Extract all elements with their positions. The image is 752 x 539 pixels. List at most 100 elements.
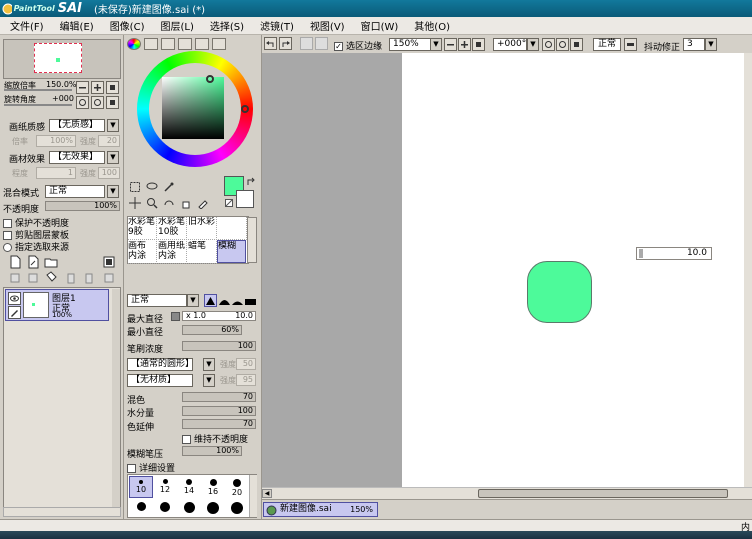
water-slider[interactable]: 100 <box>182 406 256 416</box>
brush-blur[interactable]: 模糊 <box>217 240 246 263</box>
canvas-horizontal-scrollbar[interactable]: ◀ <box>262 487 752 499</box>
invert-selection-button[interactable] <box>315 37 328 50</box>
blur-pressure-slider[interactable]: 100% <box>182 446 242 456</box>
magic-wand-icon[interactable] <box>163 181 175 193</box>
saturation-value-box[interactable] <box>162 75 224 139</box>
hsv-slider-tab-icon[interactable] <box>161 38 175 50</box>
selection-edge-option[interactable]: 选区边缘 <box>334 39 382 52</box>
size-lock-icon[interactable] <box>171 312 180 321</box>
layer-list-scrollbar[interactable] <box>112 289 120 513</box>
canvas-rotate-select[interactable]: +000° <box>493 38 527 51</box>
floating-size-field[interactable]: 10.0 <box>636 247 712 260</box>
canvas-rotate-dropdown-icon[interactable]: ▼ <box>527 38 539 51</box>
rect-select-icon[interactable] <box>129 181 141 193</box>
canvas-zoom-out-button[interactable] <box>444 38 457 51</box>
selection-source-radio[interactable] <box>3 243 12 252</box>
clip-group-checkbox[interactable] <box>3 231 12 240</box>
brush-size-preset[interactable] <box>201 499 225 521</box>
brush-tip-soft-icon[interactable] <box>231 294 244 307</box>
navigator-preview[interactable] <box>3 39 121 79</box>
transfer-down-icon[interactable] <box>8 271 22 285</box>
blend-mode-select[interactable]: 正常 <box>45 185 105 198</box>
opacity-slider[interactable]: 100% <box>45 201 120 211</box>
eyedropper-icon[interactable] <box>197 197 209 209</box>
hand-icon[interactable] <box>180 197 192 209</box>
new-folder-icon[interactable] <box>44 255 58 269</box>
scroll-left-icon[interactable]: ◀ <box>262 489 272 498</box>
canvas-rotate-left-button[interactable] <box>542 38 555 51</box>
brush-texture-dropdown-icon[interactable]: ▼ <box>203 374 215 387</box>
canvas-vertical-scrollbar[interactable] <box>744 53 752 487</box>
brush-size-preset[interactable] <box>153 499 177 521</box>
sv-cursor-icon[interactable] <box>206 75 214 83</box>
brush-size-preset[interactable]: 16 <box>201 476 225 498</box>
color-persistence-slider[interactable]: 70 <box>182 419 256 429</box>
zoom-out-button[interactable] <box>76 81 89 94</box>
canvas-hscroll-thumb[interactable] <box>478 489 728 498</box>
brush-texture-select[interactable]: 【无材质】 <box>127 374 193 387</box>
rotate-right-button[interactable] <box>91 96 104 109</box>
menu-select[interactable]: 选择(S) <box>210 18 244 33</box>
stabilizer-dropdown-icon[interactable]: ▼ <box>705 38 717 51</box>
navigator-viewport[interactable] <box>34 43 82 73</box>
stabilizer-select[interactable]: 3 <box>683 38 705 51</box>
rotate-reset-button[interactable] <box>106 96 119 109</box>
rotate-slider[interactable] <box>4 104 72 106</box>
visibility-eye-icon[interactable] <box>8 292 21 305</box>
scratchpad-tab-icon[interactable] <box>212 38 226 50</box>
keep-opacity-option[interactable]: 维持不透明度 <box>182 432 248 445</box>
brush-crayon[interactable]: 蜡笔 <box>188 241 217 264</box>
delete-layer-icon[interactable] <box>64 271 78 285</box>
canvas-rotate-reset-button[interactable] <box>570 38 583 51</box>
undo-button[interactable] <box>264 37 277 50</box>
color-mixer-tab-icon[interactable] <box>178 38 192 50</box>
new-layer-icon[interactable] <box>8 255 22 269</box>
new-linework-layer-icon[interactable] <box>26 255 40 269</box>
detail-settings-checkbox[interactable] <box>127 464 136 473</box>
document-tab[interactable]: 新建图像.sai 150% <box>263 502 378 517</box>
canvas-zoom-reset-button[interactable] <box>472 38 485 51</box>
density-slider[interactable]: 100 <box>182 341 256 351</box>
blend-slider[interactable]: 70 <box>182 392 256 402</box>
delete-all-icon[interactable] <box>82 271 96 285</box>
menu-filter[interactable]: 滤镜(T) <box>260 18 294 33</box>
swatches-tab-icon[interactable] <box>195 38 209 50</box>
menu-view[interactable]: 视图(V) <box>310 18 345 33</box>
hue-cursor-icon[interactable] <box>241 105 249 113</box>
brush-shape-dropdown-icon[interactable]: ▼ <box>203 358 215 371</box>
layer-list-hscroll[interactable] <box>3 507 121 517</box>
brush-size-preset[interactable]: 10 <box>129 476 153 498</box>
paper-effect-dropdown-icon[interactable]: ▼ <box>107 151 119 164</box>
lasso-icon[interactable] <box>146 181 158 193</box>
flip-canvas-button[interactable] <box>624 38 637 51</box>
zoom-icon[interactable] <box>146 197 158 209</box>
brush-mode-dropdown-icon[interactable]: ▼ <box>187 294 199 307</box>
brush-watercolor-10[interactable]: 水彩笔 10胶 <box>158 217 187 240</box>
menu-image[interactable]: 图像(C) <box>110 18 145 33</box>
brush-mode-select[interactable]: 正常 <box>127 294 187 307</box>
move-icon[interactable] <box>129 197 141 209</box>
paper-texture-dropdown-icon[interactable]: ▼ <box>107 119 119 132</box>
transparent-color-icon[interactable] <box>225 199 233 207</box>
zoom-reset-button[interactable] <box>106 81 119 94</box>
paper-effect-select[interactable]: 【无效果】 <box>49 151 105 164</box>
brush-size-preset[interactable] <box>129 499 153 521</box>
menu-edit[interactable]: 编辑(E) <box>60 18 94 33</box>
zoom-slider[interactable] <box>4 89 72 91</box>
brush-size-preset[interactable] <box>177 499 201 521</box>
brush-drawing-paper[interactable]: 画用纸 内涂 <box>158 241 187 264</box>
canvas-zoom-dropdown-icon[interactable]: ▼ <box>430 38 442 51</box>
brush-old-watercolor[interactable]: 旧水彩 <box>188 217 217 240</box>
brush-tip-sharp-icon[interactable] <box>204 294 217 307</box>
brush-canvas[interactable]: 画布 内涂 <box>128 241 157 264</box>
menu-layer[interactable]: 图层(L) <box>160 18 193 33</box>
blend-mode-dropdown-icon[interactable]: ▼ <box>107 185 119 198</box>
menu-other[interactable]: 其他(O) <box>414 18 450 33</box>
zoom-in-button[interactable] <box>91 81 104 94</box>
layer-edit-pen-icon[interactable] <box>8 306 21 319</box>
view-mode-button[interactable]: 正常 <box>593 38 621 51</box>
rgb-slider-tab-icon[interactable] <box>144 38 158 50</box>
layer-properties-icon[interactable] <box>102 271 116 285</box>
brush-tip-round-icon[interactable] <box>218 294 231 307</box>
selection-edge-checkbox[interactable] <box>334 42 343 51</box>
